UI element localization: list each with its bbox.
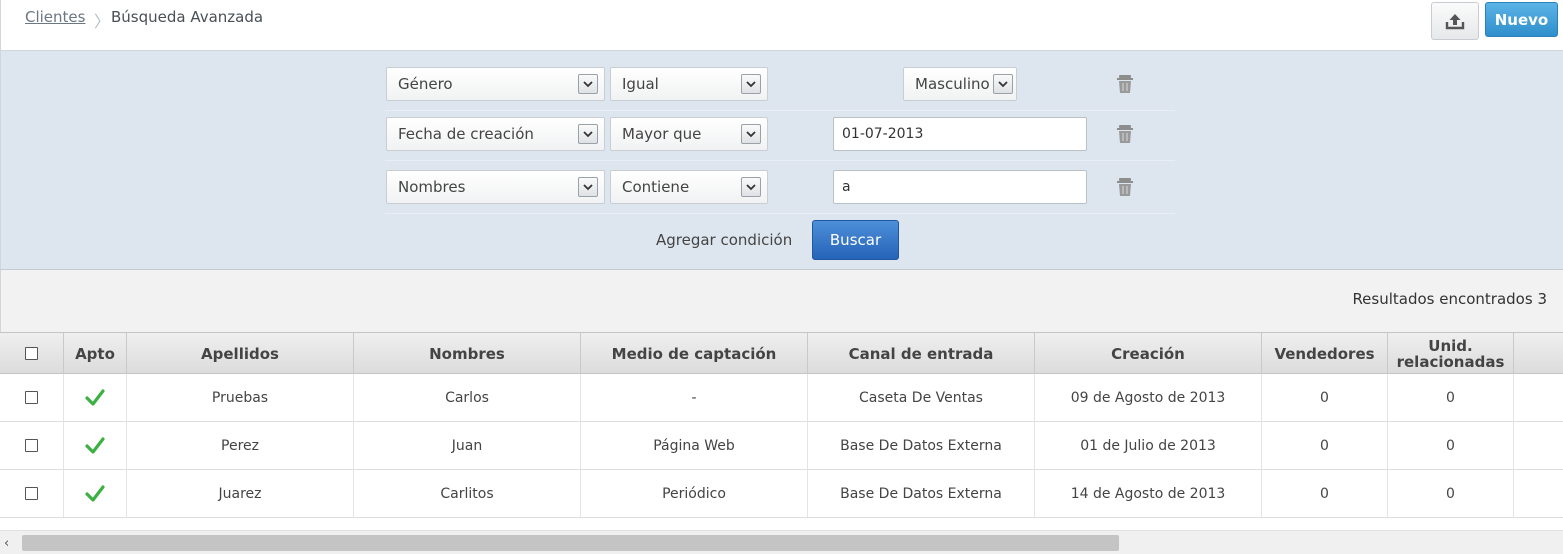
chevron-down-icon: [741, 74, 761, 94]
condition-row: Fecha de creación Mayor que 01-07-2013: [385, 109, 1175, 161]
trash-icon[interactable]: [1116, 74, 1134, 94]
row-checkbox[interactable]: [25, 487, 38, 500]
column-header-canal[interactable]: Canal de entrada: [808, 333, 1035, 374]
creacion-cell: 14 de Agosto de 2013: [1035, 470, 1262, 517]
operator-select-value: Contiene: [622, 178, 690, 196]
vendedores-cell: 0: [1262, 374, 1388, 421]
medio-cell: -: [581, 374, 808, 421]
row-checkbox-cell: [0, 422, 64, 469]
results-bar: Resultados encontrados 3: [0, 270, 1563, 332]
table-row[interactable]: Juarez Carlitos Periódico Base De Datos …: [0, 470, 1563, 518]
select-all-checkbox[interactable]: [25, 347, 38, 360]
table-row[interactable]: Perez Juan Página Web Base De Datos Exte…: [0, 422, 1563, 470]
column-header-creacion[interactable]: Creación: [1035, 333, 1262, 374]
row-checkbox[interactable]: [25, 439, 38, 452]
operator-select[interactable]: Mayor que: [610, 117, 768, 151]
operator-select-value: Mayor que: [622, 125, 702, 143]
row-checkbox-cell: [0, 374, 64, 421]
unidades-cell: 0: [1388, 374, 1514, 421]
trash-icon[interactable]: [1116, 177, 1134, 197]
field-select[interactable]: Fecha de creación: [386, 117, 605, 151]
nombres-cell: Carlos: [354, 374, 581, 421]
condition-row: Género Igual Masculino: [385, 59, 1175, 111]
date-value-field[interactable]: 01-07-2013: [833, 117, 1087, 151]
vendedores-cell: 0: [1262, 422, 1388, 469]
apellidos-cell: Juarez: [127, 470, 354, 517]
row-checkbox-cell: [0, 470, 64, 517]
value-select[interactable]: Masculino: [903, 67, 1017, 101]
nombres-cell: Carlitos: [354, 470, 581, 517]
column-header-apto[interactable]: Apto: [64, 333, 127, 374]
advanced-search-panel: Género Igual Masculino Fecha de creación…: [0, 51, 1563, 270]
medio-cell: Periódico: [581, 470, 808, 517]
apto-cell: [64, 374, 127, 421]
checkmark-icon: [85, 436, 105, 454]
chevron-down-icon: [741, 124, 761, 144]
canal-cell: Base De Datos Externa: [808, 422, 1035, 469]
results-count: Resultados encontrados 3: [1352, 290, 1547, 308]
chevron-down-icon: [578, 124, 598, 144]
nombres-cell: Juan: [354, 422, 581, 469]
chevron-down-icon: [993, 74, 1013, 94]
operator-select[interactable]: Contiene: [610, 170, 768, 204]
operator-select-value: Igual: [622, 75, 659, 93]
field-select-value: Nombres: [398, 178, 466, 196]
new-button[interactable]: Nuevo: [1485, 2, 1558, 37]
table-header: Apto Apellidos Nombres Medio de captació…: [0, 332, 1563, 374]
condition-row: Nombres Contiene a: [385, 162, 1175, 214]
column-header-empty: [1514, 333, 1563, 374]
text-value-field[interactable]: a: [833, 170, 1087, 204]
column-header-apellidos[interactable]: Apellidos: [127, 333, 354, 374]
trash-icon[interactable]: [1116, 124, 1134, 144]
top-bar: Clientes 〉 Búsqueda Avanzada Nuevo: [0, 0, 1563, 51]
field-select[interactable]: Género: [386, 67, 605, 101]
vendedores-cell: 0: [1262, 470, 1388, 517]
creacion-cell: 09 de Agosto de 2013: [1035, 374, 1262, 421]
chevron-down-icon: [578, 177, 598, 197]
chevron-down-icon: [578, 74, 598, 94]
column-header-unidades[interactable]: Unid. relacionadas: [1388, 333, 1514, 374]
checkmark-icon: [85, 484, 105, 502]
column-header-vendedores[interactable]: Vendedores: [1262, 333, 1388, 374]
field-select-value: Fecha de creación: [398, 125, 534, 143]
field-select[interactable]: Nombres: [386, 170, 605, 204]
apto-cell: [64, 422, 127, 469]
chevron-down-icon: [741, 177, 761, 197]
upload-icon: [1445, 14, 1465, 30]
scrollbar-thumb[interactable]: [22, 535, 1119, 551]
apellidos-cell: Perez: [127, 422, 354, 469]
row-checkbox[interactable]: [25, 391, 38, 404]
creacion-cell: 01 de Julio de 2013: [1035, 422, 1262, 469]
breadcrumb-clientes-link[interactable]: Clientes: [25, 8, 85, 26]
medio-cell: Página Web: [581, 422, 808, 469]
field-select-value: Género: [398, 75, 453, 93]
search-button[interactable]: Buscar: [812, 220, 899, 260]
apto-cell: [64, 470, 127, 517]
select-all-cell: [0, 333, 64, 374]
canal-cell: Caseta De Ventas: [808, 374, 1035, 421]
canal-cell: Base De Datos Externa: [808, 470, 1035, 517]
add-condition-link[interactable]: Agregar condición: [656, 231, 792, 249]
column-header-nombres[interactable]: Nombres: [354, 333, 581, 374]
breadcrumb-separator: 〉: [94, 12, 111, 31]
table-row[interactable]: Pruebas Carlos - Caseta De Ventas 09 de …: [0, 374, 1563, 422]
breadcrumb-current: Búsqueda Avanzada: [111, 8, 264, 26]
column-header-medio[interactable]: Medio de captación: [581, 333, 808, 374]
checkmark-icon: [85, 388, 105, 406]
unidades-cell: 0: [1388, 422, 1514, 469]
horizontal-scrollbar[interactable]: ‹: [0, 530, 1563, 554]
operator-select[interactable]: Igual: [610, 67, 768, 101]
value-select-value: Masculino: [915, 75, 990, 93]
scroll-left-arrow[interactable]: ‹: [4, 536, 9, 551]
apellidos-cell: Pruebas: [127, 374, 354, 421]
upload-button[interactable]: [1431, 2, 1479, 40]
unidades-cell: 0: [1388, 470, 1514, 517]
